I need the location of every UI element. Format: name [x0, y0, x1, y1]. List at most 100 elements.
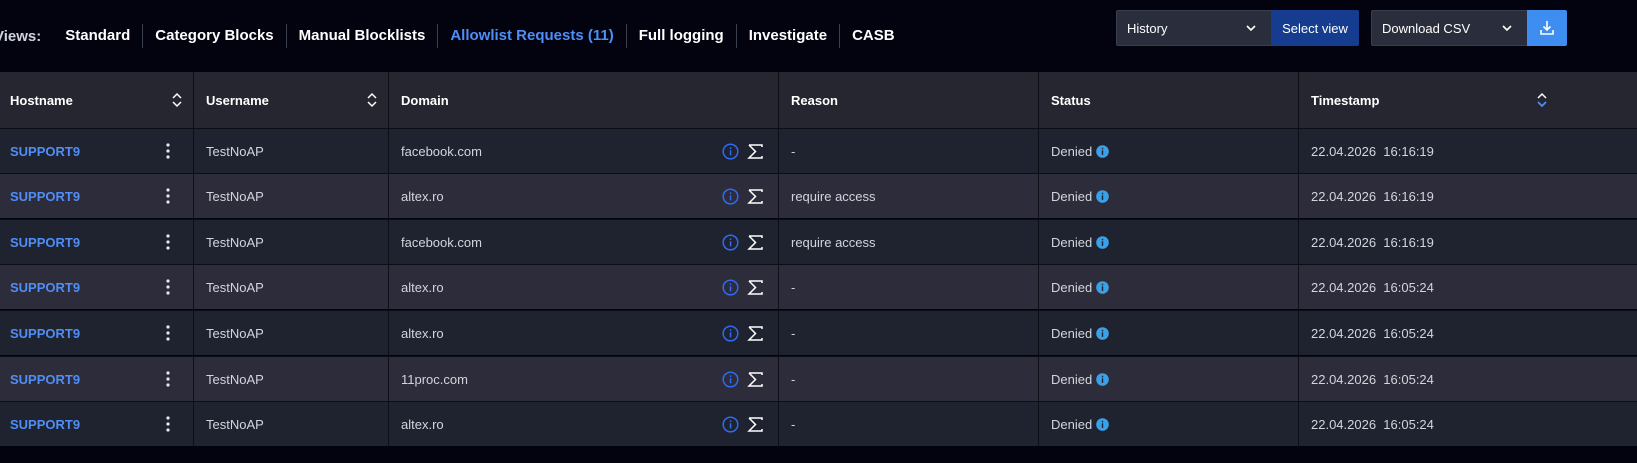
- domain-cell: altex.ro: [401, 325, 444, 341]
- reason-cell: require access: [791, 234, 876, 250]
- tab-allowlist-requests[interactable]: Allowlist Requests (11): [438, 24, 627, 48]
- status-cell: Denied: [1051, 265, 1110, 309]
- domain-cell: altex.ro: [401, 416, 444, 432]
- reason-cell: require access: [791, 188, 876, 204]
- domain-info-icon[interactable]: [722, 325, 739, 342]
- domain-info-icon[interactable]: [722, 234, 739, 251]
- domain-cell: 11proc.com: [401, 371, 468, 387]
- reason-cell: -: [791, 143, 796, 159]
- views-label: Views:: [0, 27, 42, 45]
- more-options-icon[interactable]: [162, 414, 174, 434]
- status-info-icon[interactable]: [1096, 280, 1110, 294]
- more-options-icon[interactable]: [162, 277, 174, 297]
- tab-category-blocks[interactable]: Category Blocks: [143, 24, 287, 48]
- sigma-aggregate-icon[interactable]: [747, 143, 764, 160]
- more-options-icon[interactable]: [162, 232, 174, 252]
- domain-cell: altex.ro: [401, 279, 444, 295]
- hostname-link[interactable]: SUPPORT9: [10, 357, 80, 401]
- table-header: Hostname Username Domain Reason Status T…: [0, 72, 1637, 128]
- username-cell: TestNoAP: [206, 371, 264, 387]
- header-status: Status: [1051, 92, 1091, 108]
- status-text: Denied: [1051, 416, 1093, 432]
- more-options-icon[interactable]: [162, 369, 174, 389]
- status-cell: Denied: [1051, 174, 1110, 218]
- sort-descending-icon[interactable]: [1536, 91, 1548, 109]
- more-options-icon[interactable]: [162, 186, 174, 206]
- domain-info-icon[interactable]: [722, 143, 739, 160]
- header-hostname: Hostname: [10, 92, 73, 108]
- export-select[interactable]: Download CSV: [1371, 10, 1528, 46]
- reason-cell: -: [791, 416, 796, 432]
- reason-cell: -: [791, 279, 796, 295]
- domain-info-icon[interactable]: [722, 416, 739, 433]
- status-info-icon[interactable]: [1096, 189, 1110, 203]
- table-row: SUPPORT9 TestNoAP altex.ro - Denied 22.04.202…: [0, 401, 1637, 446]
- status-cell: Denied: [1051, 129, 1110, 173]
- more-options-icon[interactable]: [162, 323, 174, 343]
- reason-cell: -: [791, 371, 796, 387]
- domain-info-icon[interactable]: [722, 371, 739, 388]
- tab-casb[interactable]: CASB: [840, 24, 907, 48]
- view-select-value: History: [1127, 20, 1168, 36]
- hostname-link[interactable]: SUPPORT9: [10, 174, 80, 218]
- hostname-link[interactable]: SUPPORT9: [10, 402, 80, 446]
- username-cell: TestNoAP: [206, 188, 264, 204]
- status-info-icon[interactable]: [1096, 417, 1110, 431]
- sigma-aggregate-icon[interactable]: [747, 188, 764, 205]
- view-select[interactable]: History: [1116, 10, 1272, 46]
- status-info-icon[interactable]: [1096, 144, 1110, 158]
- tab-investigate[interactable]: Investigate: [737, 24, 841, 48]
- status-text: Denied: [1051, 143, 1093, 159]
- status-info-icon[interactable]: [1096, 372, 1110, 386]
- domain-cell: facebook.com: [401, 234, 482, 250]
- download-button[interactable]: [1527, 10, 1567, 46]
- status-cell: Denied: [1051, 402, 1110, 446]
- status-cell: Denied: [1051, 357, 1110, 401]
- top-bar: Views: Standard Category Blocks Manual B…: [0, 0, 1637, 72]
- status-info-icon[interactable]: [1096, 235, 1110, 249]
- status-cell: Denied: [1051, 220, 1110, 264]
- header-domain: Domain: [401, 92, 449, 108]
- download-icon: [1540, 21, 1554, 35]
- views-nav: Views: Standard Category Blocks Manual B…: [0, 24, 907, 48]
- username-cell: TestNoAP: [206, 234, 264, 250]
- header-reason: Reason: [791, 92, 838, 108]
- domain-info-icon[interactable]: [722, 279, 739, 296]
- username-cell: TestNoAP: [206, 416, 264, 432]
- status-text: Denied: [1051, 188, 1093, 204]
- table-row: SUPPORT9 TestNoAP facebook.com - Denied 22.04…: [0, 128, 1637, 173]
- status-cell: Denied: [1051, 311, 1110, 355]
- status-text: Denied: [1051, 279, 1093, 295]
- sigma-aggregate-icon[interactable]: [747, 279, 764, 296]
- sort-icon[interactable]: [171, 91, 183, 109]
- hostname-link[interactable]: SUPPORT9: [10, 311, 80, 355]
- sort-icon[interactable]: [366, 91, 378, 109]
- sigma-aggregate-icon[interactable]: [747, 371, 764, 388]
- export-select-value: Download CSV: [1382, 20, 1471, 36]
- domain-cell: facebook.com: [401, 143, 482, 159]
- timestamp-cell: 22.04.2026 16:05:24: [1311, 279, 1434, 295]
- table-row: SUPPORT9 TestNoAP facebook.com require acce…: [0, 219, 1637, 264]
- status-text: Denied: [1051, 325, 1093, 341]
- table-row: SUPPORT9 TestNoAP altex.ro - Denied 22.04.202…: [0, 310, 1637, 355]
- timestamp-cell: 22.04.2026 16:16:19: [1311, 234, 1434, 250]
- hostname-link[interactable]: SUPPORT9: [10, 129, 80, 173]
- timestamp-cell: 22.04.2026 16:05:24: [1311, 325, 1434, 341]
- tab-manual-blocklists[interactable]: Manual Blocklists: [287, 24, 439, 48]
- tab-standard[interactable]: Standard: [53, 24, 144, 48]
- status-text: Denied: [1051, 371, 1093, 387]
- header-timestamp: Timestamp: [1311, 92, 1380, 108]
- tab-full-logging[interactable]: Full logging: [627, 24, 737, 48]
- chevron-down-icon: [1246, 25, 1256, 32]
- select-view-button[interactable]: Select view: [1271, 10, 1359, 46]
- sigma-aggregate-icon[interactable]: [747, 234, 764, 251]
- sigma-aggregate-icon[interactable]: [747, 416, 764, 433]
- status-info-icon[interactable]: [1096, 326, 1110, 340]
- sigma-aggregate-icon[interactable]: [747, 325, 764, 342]
- domain-cell: altex.ro: [401, 188, 444, 204]
- hostname-link[interactable]: SUPPORT9: [10, 265, 80, 309]
- domain-info-icon[interactable]: [722, 188, 739, 205]
- header-username: Username: [206, 92, 269, 108]
- more-options-icon[interactable]: [162, 141, 174, 161]
- hostname-link[interactable]: SUPPORT9: [10, 220, 80, 264]
